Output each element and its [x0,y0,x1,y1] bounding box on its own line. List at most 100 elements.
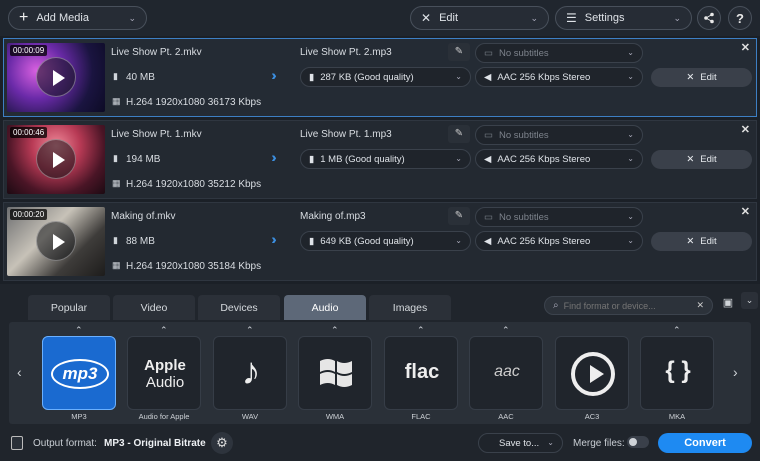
rename-pencil-icon[interactable]: ✎ [448,207,470,225]
settings-menu-label: Settings [584,12,625,24]
format-tile-aac[interactable]: ⌃ aac [469,325,543,410]
rename-pencil-icon[interactable]: ✎ [448,125,470,143]
quality-dropdown[interactable]: ▮ 287 KB (Good quality) ⌄ [300,67,471,87]
remove-file-close-icon[interactable]: ✕ [741,123,750,136]
output-format-icon [11,436,23,450]
duration-badge: 00:00:20 [10,209,48,220]
edit-file-button[interactable]: ✕ Edit [651,68,752,87]
file-row[interactable]: 00:00:09 Live Show Pt. 2.mkv ▮ 40 MB ▦ H… [3,38,757,117]
file-icon: ▮ [113,153,118,163]
format-tile-mp3[interactable]: ⌃ mp3 [42,325,116,410]
file-list: 00:00:09 Live Show Pt. 2.mkv ▮ 40 MB ▦ H… [0,36,760,284]
codec-info: H.264 1920x1080 35184 Kbps [126,261,262,272]
format-tile-flac[interactable]: ⌃ flac [384,325,458,410]
output-format-value: MP3 - Original Bitrate [104,438,206,449]
merge-files-toggle[interactable] [627,436,649,448]
codec-info: H.264 1920x1080 36173 Kbps [126,97,262,108]
tab-popular[interactable]: Popular [28,295,110,320]
video-thumbnail[interactable]: 00:00:46 [7,125,105,194]
audio-track-dropdown[interactable]: ◀ AAC 256 Kbps Stereo ⌄ [475,231,643,251]
codec-info: H.264 1920x1080 35212 Kbps [126,179,262,190]
mka-logo: { } [665,357,691,384]
video-thumbnail[interactable]: 00:00:20 [7,207,105,276]
edit-menu-button[interactable]: ✕ Edit ⌄ [410,6,549,30]
file-row[interactable]: 00:00:20 Making of.mkv ▮ 88 MB ▦ H.264 1… [3,202,757,281]
subtitles-dropdown[interactable]: ▭ No subtitles ⌄ [475,125,643,145]
edit-file-button[interactable]: ✕ Edit [651,150,752,169]
tab-audio[interactable]: Audio [284,295,366,320]
edit-menu-label: Edit [439,12,459,24]
sliders-icon: ☰ [566,11,577,25]
format-tile-ac3[interactable]: ac3 [555,336,629,410]
tab-label: Images [392,301,428,314]
tools-icon: ✕ [686,236,695,247]
chevron-up-icon: ⌃ [673,325,681,335]
quality-dropdown[interactable]: ▮ 649 KB (Good quality) ⌄ [300,231,471,251]
subtitles-dropdown[interactable]: ▭ No subtitles ⌄ [475,43,643,63]
output-file-name[interactable]: Making of.mp3 [300,211,366,222]
edit-file-button[interactable]: ✕ Edit [651,232,752,251]
search-input[interactable] [563,300,684,311]
quality-value: 287 KB (Good quality) [320,71,414,83]
format-label: FLAC [411,412,431,421]
top-toolbar: + Add Media ⌄ ✕ Edit ⌄ ☰ Settings ⌄ ? [0,0,760,36]
subtitles-dropdown[interactable]: ▭ No subtitles ⌄ [475,207,643,227]
chevron-down-icon: ⌄ [627,236,634,245]
play-icon[interactable] [36,139,76,179]
plus-icon: + [19,9,29,26]
collapse-panel-button[interactable]: ⌄ [741,292,758,309]
format-tile-wma[interactable]: ⌃ [298,325,372,410]
save-to-dropdown[interactable]: Save to... ⌄ [478,433,563,453]
settings-menu-button[interactable]: ☰ Settings ⌄ [555,6,692,30]
file-size: 88 MB [126,236,155,247]
edit-file-label: Edit [700,72,717,83]
speech-bubble-icon: ▭ [484,47,493,59]
chevron-left-icon[interactable]: ‹ [17,364,22,380]
speaker-icon: ◀ [484,153,492,165]
rename-pencil-icon[interactable]: ✎ [448,43,470,61]
format-tile-wav[interactable]: ⌃ ♪ [213,325,287,410]
play-icon[interactable] [36,57,76,97]
tab-images[interactable]: Images [369,295,451,320]
bottom-bar: Output format: MP3 - Original Bitrate ⚙ … [0,427,760,461]
device-detect-button[interactable]: ▣ [719,296,737,314]
tools-icon: ✕ [686,72,695,83]
file-row[interactable]: 00:00:46 Live Show Pt. 1.mkv ▮ 194 MB ▦ … [3,120,757,199]
output-settings-button[interactable]: ⚙ [211,432,233,454]
chevron-down-icon: ⌄ [530,12,538,23]
format-tile-apple-audio[interactable]: ⌃ Apple Audio [127,325,201,410]
film-icon: ▦ [112,178,121,188]
add-media-button[interactable]: + Add Media ⌄ [8,6,147,30]
quality-dropdown[interactable]: ▮ 1 MB (Good quality) ⌄ [300,149,471,169]
share-button[interactable] [697,6,721,30]
save-to-label: Save to... [499,437,540,449]
remove-file-close-icon[interactable]: ✕ [741,41,750,54]
file-size: 40 MB [126,72,155,83]
play-icon[interactable] [36,221,76,261]
file-icon: ▮ [113,235,118,245]
format-label: WAV [241,412,259,421]
chevron-up-icon: ⌃ [502,325,510,335]
subtitles-value: No subtitles [498,47,549,59]
speech-bubble-icon: ▭ [484,211,493,223]
output-file-name[interactable]: Live Show Pt. 2.mp3 [300,47,392,58]
clear-search-icon[interactable]: ✕ [696,300,704,311]
chevron-down-icon: ⌄ [627,48,634,57]
video-thumbnail[interactable]: 00:00:09 [7,43,105,112]
chevron-up-icon: ⌃ [417,325,425,335]
convert-button[interactable]: Convert [658,433,752,453]
tab-video[interactable]: Video [113,295,195,320]
audio-track-dropdown[interactable]: ◀ AAC 256 Kbps Stereo ⌄ [475,67,643,87]
audio-track-dropdown[interactable]: ◀ AAC 256 Kbps Stereo ⌄ [475,149,643,169]
remove-file-close-icon[interactable]: ✕ [741,205,750,218]
tab-label: Devices [220,301,258,314]
format-search[interactable]: ⌕ ✕ [544,296,713,315]
format-tile-mka[interactable]: ⌃ { } [640,325,714,410]
tab-devices[interactable]: Devices [198,295,280,320]
chevron-right-icon[interactable]: › [733,364,738,380]
output-file-name[interactable]: Live Show Pt. 1.mp3 [300,129,392,140]
audio-track-value: AAC 256 Kbps Stereo [497,153,591,165]
search-icon: ⌕ [553,300,559,311]
help-button[interactable]: ? [728,6,752,30]
tab-label: Audio [311,301,339,314]
